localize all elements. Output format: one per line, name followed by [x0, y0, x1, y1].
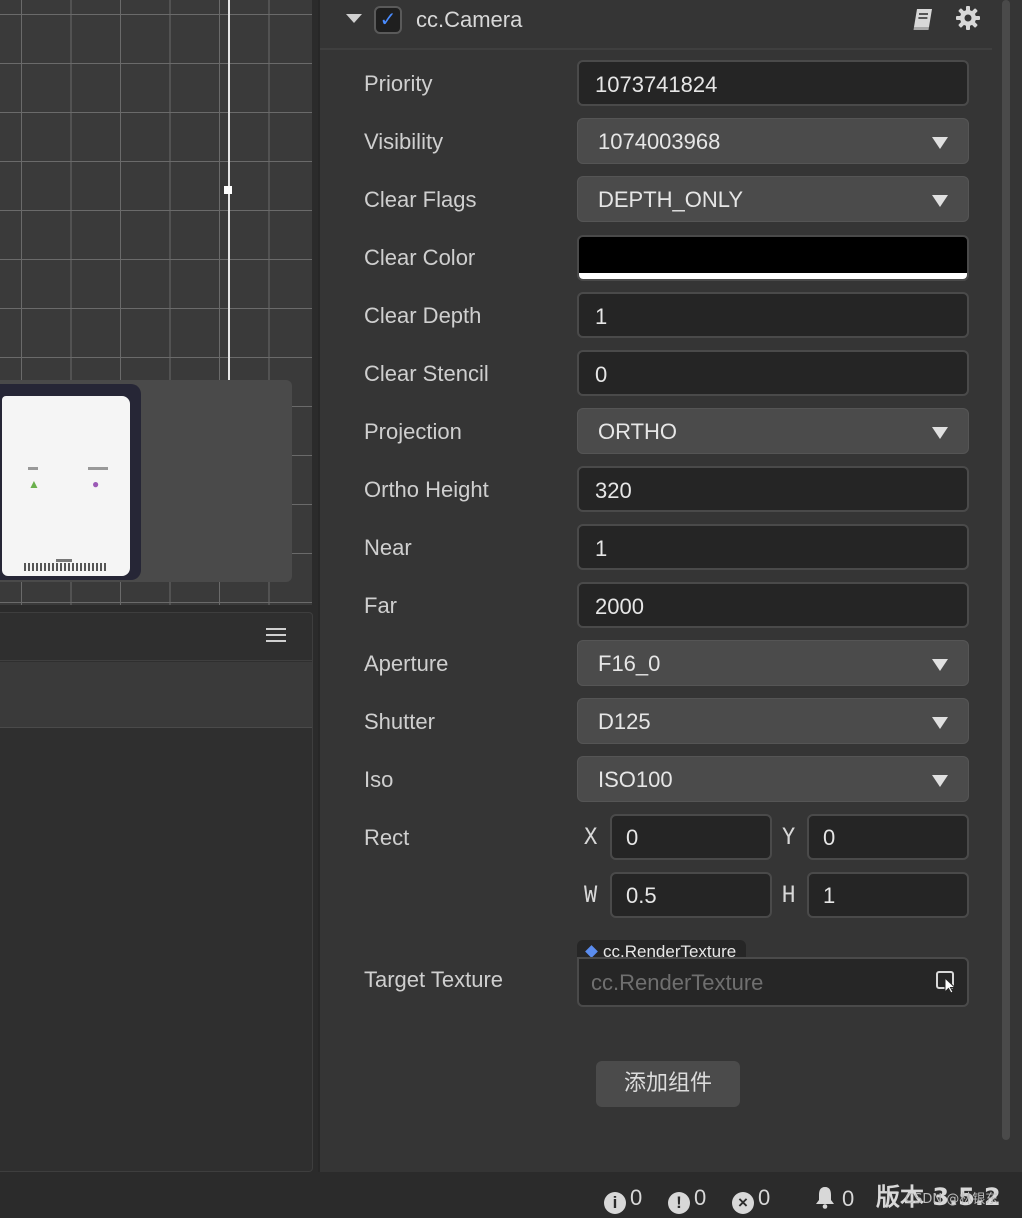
visibility-label: Visibility: [364, 129, 444, 154]
info-count-button[interactable]: i0: [604, 1185, 643, 1214]
error-count: 0: [758, 1185, 771, 1210]
clear-flags-value: DEPTH_ONLY: [598, 187, 744, 212]
clear-depth-input[interactable]: 1: [577, 292, 969, 338]
ortho-height-input[interactable]: 320: [577, 466, 969, 512]
rect-h-label: H: [782, 883, 796, 908]
near-input[interactable]: 1: [577, 524, 969, 570]
rect-y-input[interactable]: 0: [807, 814, 969, 860]
dropdown-caret-icon: [932, 717, 948, 729]
target-texture-field[interactable]: cc.RenderTexture: [577, 957, 969, 1007]
scene-gizmo-handle[interactable]: [224, 186, 232, 194]
target-texture-label: Target Texture: [364, 967, 504, 992]
preview-sprite-icon: ●: [92, 477, 100, 491]
iso-value: ISO100: [598, 767, 673, 792]
warning-count-button[interactable]: ! 0: [668, 1185, 707, 1214]
rect-y-label: Y: [782, 825, 796, 850]
preview-text-line: [24, 563, 108, 571]
preview-sprite-label: [88, 467, 108, 470]
component-enabled-checkbox[interactable]: ✓: [374, 6, 402, 34]
error-icon: ×: [732, 1192, 754, 1214]
priority-input[interactable]: 1073741824: [577, 60, 969, 106]
iso-select[interactable]: ISO100: [577, 756, 969, 802]
clear-color-swatch[interactable]: [577, 235, 969, 281]
asset-picker-icon[interactable]: [935, 970, 959, 994]
rect-x-input[interactable]: 0: [610, 814, 772, 860]
error-count-button[interactable]: × 0: [732, 1185, 771, 1214]
dropdown-caret-icon: [932, 195, 948, 207]
visibility-value: 1074003968: [598, 129, 721, 154]
rect-h-input[interactable]: 1: [807, 872, 969, 918]
dropdown-caret-icon: [932, 427, 948, 439]
component-title: cc.Camera: [416, 7, 523, 32]
scene-view[interactable]: ▲ ●: [0, 0, 312, 605]
clear-flags-select[interactable]: DEPTH_ONLY: [577, 176, 969, 222]
rect-w-input[interactable]: 0.5: [610, 872, 772, 918]
inspector-scrollbar[interactable]: [1002, 0, 1010, 1140]
inspector-panel: ✓ cc.Camera Priority 1073741824 Visibili…: [318, 0, 1022, 1172]
shutter-value: D125: [598, 709, 651, 734]
add-component-button[interactable]: 添加组件: [596, 1061, 740, 1107]
color-alpha-bar: [579, 273, 967, 279]
projection-label: Projection: [364, 419, 462, 444]
gear-icon[interactable]: [954, 4, 982, 32]
dropdown-caret-icon: [932, 137, 948, 149]
ortho-height-label: Ortho Height: [364, 477, 489, 502]
aperture-label: Aperture: [364, 651, 449, 676]
clear-color-label: Clear Color: [364, 245, 476, 270]
watermark: CSDN @林银东: [905, 1192, 999, 1207]
preview-sprite-icon: ▲: [28, 477, 40, 491]
book-icon[interactable]: [910, 6, 936, 32]
notification-count: 0: [842, 1186, 855, 1211]
warning-icon: !: [668, 1192, 690, 1214]
asset-diamond-icon: [585, 945, 598, 958]
panel-toolbar: [0, 662, 312, 728]
preview-text-line: [56, 559, 72, 562]
camera-preview-screen: [2, 396, 130, 576]
clear-stencil-input[interactable]: 0: [577, 350, 969, 396]
rect-x-label: X: [584, 825, 598, 850]
lower-left-panel: [0, 612, 313, 1172]
warning-count: 0: [694, 1185, 707, 1210]
aperture-select[interactable]: F16_0: [577, 640, 969, 686]
component-header: ✓ cc.Camera: [320, 0, 992, 50]
near-label: Near: [364, 535, 412, 560]
priority-label: Priority: [364, 71, 433, 96]
rect-label: Rect: [364, 825, 410, 850]
dropdown-caret-icon: [932, 775, 948, 787]
shutter-label: Shutter: [364, 709, 435, 734]
clear-stencil-label: Clear Stencil: [364, 361, 489, 386]
iso-label: Iso: [364, 767, 394, 792]
dropdown-caret-icon: [932, 659, 948, 671]
info-count: 0: [630, 1185, 643, 1210]
status-bar: i0 ! 0 × 0 0 版本 3.5.2: [0, 1172, 1022, 1218]
clear-depth-label: Clear Depth: [364, 303, 482, 328]
hamburger-menu-icon[interactable]: [266, 624, 286, 646]
target-texture-placeholder: cc.RenderTexture: [591, 970, 764, 995]
projection-select[interactable]: ORTHO: [577, 408, 969, 454]
info-icon: i: [604, 1192, 626, 1214]
preview-sprite-label: [28, 467, 38, 470]
rect-w-label: W: [584, 883, 598, 908]
panel-header: [0, 613, 312, 661]
far-input[interactable]: 2000: [577, 582, 969, 628]
shutter-select[interactable]: D125: [577, 698, 969, 744]
far-label: Far: [364, 593, 397, 618]
projection-value: ORTHO: [598, 419, 678, 444]
clear-flags-label: Clear Flags: [364, 187, 477, 212]
notification-count-button[interactable]: 0: [814, 1185, 854, 1211]
bell-icon: [814, 1185, 836, 1209]
visibility-select[interactable]: 1074003968: [577, 118, 969, 164]
collapse-arrow-icon[interactable]: [346, 14, 362, 23]
aperture-value: F16_0: [598, 651, 661, 676]
